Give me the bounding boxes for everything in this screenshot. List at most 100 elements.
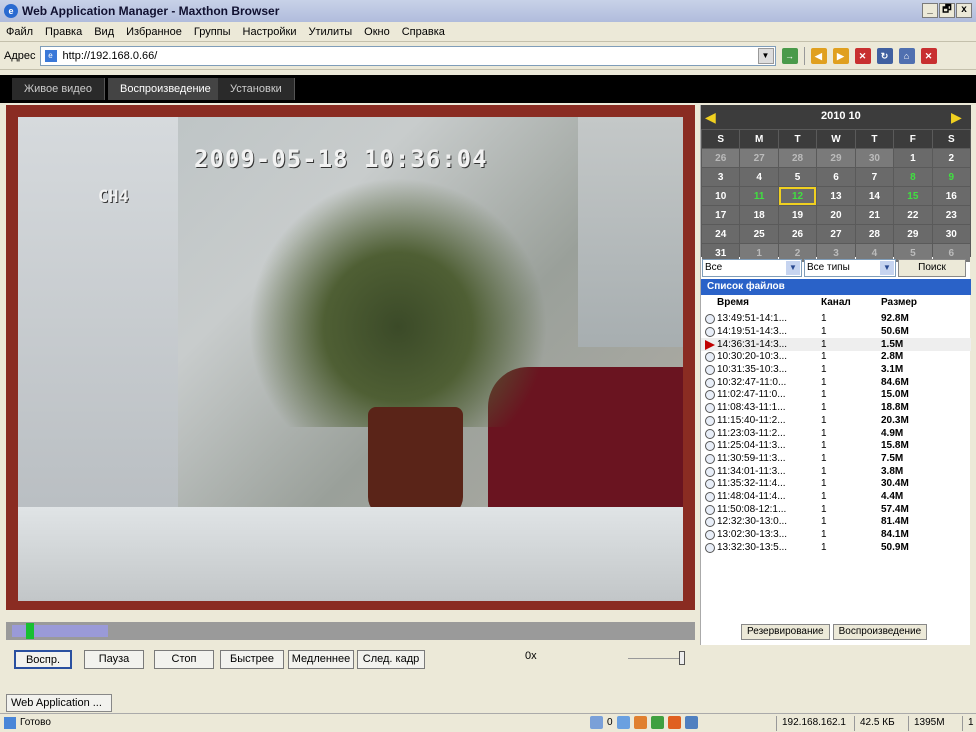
calendar-day[interactable]: 21: [855, 206, 894, 224]
calendar-day[interactable]: 6: [817, 168, 855, 186]
address-dropdown-icon[interactable]: ▼: [757, 48, 774, 64]
calendar-day[interactable]: 5: [778, 168, 817, 186]
back-icon[interactable]: ◀: [810, 48, 827, 64]
calendar-day[interactable]: 8: [894, 168, 932, 186]
calendar-day[interactable]: 30: [855, 149, 894, 167]
file-row[interactable]: 12:32:30-13:0... 1 81.4M: [701, 516, 971, 529]
backup-button[interactable]: Резервирование: [741, 624, 830, 640]
calendar-day[interactable]: 7: [855, 168, 894, 186]
prev-month-icon[interactable]: ◀: [705, 109, 716, 126]
calendar-day[interactable]: 27: [817, 225, 855, 243]
search-button[interactable]: Поиск: [898, 259, 966, 277]
file-row[interactable]: 11:25:04-11:3... 1 15.8M: [701, 440, 971, 453]
plugin-icon[interactable]: [667, 716, 681, 729]
calendar-day[interactable]: 12: [778, 187, 817, 205]
next-month-icon[interactable]: ▶: [951, 109, 962, 126]
menu-favorites[interactable]: Избранное: [126, 26, 182, 38]
calendar-day[interactable]: 27: [740, 149, 778, 167]
calendar-day[interactable]: 25: [740, 225, 778, 243]
file-row[interactable]: 11:35:32-11:4... 1 30.4M: [701, 478, 971, 491]
file-row[interactable]: 11:50:08-12:1... 1 57.4M: [701, 503, 971, 516]
next-frame-button[interactable]: След. кадр: [357, 650, 425, 669]
menu-settings[interactable]: Настройки: [243, 26, 297, 38]
menu-view[interactable]: Вид: [94, 26, 114, 38]
calendar-day[interactable]: 16: [932, 187, 970, 205]
calendar-day[interactable]: 24: [702, 225, 740, 243]
file-row[interactable]: 11:34:01-11:3... 1 3.8M: [701, 465, 971, 478]
slower-button[interactable]: Медленнее: [288, 650, 354, 669]
stop-button[interactable]: Стоп: [154, 650, 214, 669]
channel-select[interactable]: Все ▼: [702, 259, 802, 277]
type-select[interactable]: Все типы ▼: [804, 259, 896, 277]
calendar-day[interactable]: 17: [702, 206, 740, 224]
file-row[interactable]: 10:31:35-10:3... 1 3.1M: [701, 364, 971, 377]
header-size[interactable]: Размер: [881, 297, 951, 313]
close-button[interactable]: x: [956, 3, 972, 18]
menu-file[interactable]: Файл: [6, 26, 33, 38]
calendar-day[interactable]: 28: [855, 225, 894, 243]
calendar-day[interactable]: 4: [740, 168, 778, 186]
calendar-day[interactable]: 3: [702, 168, 740, 186]
file-row[interactable]: 13:02:30-13:3... 1 84.1M: [701, 529, 971, 542]
menu-edit[interactable]: Правка: [45, 26, 82, 38]
calendar-day[interactable]: 19: [778, 206, 817, 224]
file-row[interactable]: 10:32:47-11:0... 1 84.6M: [701, 376, 971, 389]
calendar-day[interactable]: 28: [778, 149, 817, 167]
calendar-day[interactable]: 30: [932, 225, 970, 243]
taskbar-item[interactable]: Web Application ...: [6, 694, 112, 712]
popup-blocker-icon[interactable]: [590, 716, 603, 729]
header-time[interactable]: Время: [717, 297, 821, 313]
rss-icon[interactable]: [633, 716, 647, 729]
calendar-day[interactable]: 2: [932, 149, 970, 167]
menu-window[interactable]: Окно: [364, 26, 390, 38]
play-button[interactable]: Воспр.: [14, 650, 72, 669]
menu-help[interactable]: Справка: [402, 26, 445, 38]
file-row[interactable]: 14:36:31-14:3... 1 1.5M: [701, 338, 971, 352]
calendar-day[interactable]: 18: [740, 206, 778, 224]
calendar-day[interactable]: 15: [894, 187, 932, 205]
playback-timeline[interactable]: [6, 622, 695, 640]
screen-icon[interactable]: [684, 716, 698, 729]
volume-track[interactable]: [628, 658, 680, 659]
calendar-day[interactable]: 9: [932, 168, 970, 186]
minimize-button[interactable]: _: [922, 3, 938, 18]
calendar-day[interactable]: 29: [894, 225, 932, 243]
file-row[interactable]: 11:48:04-11:4... 1 4.4M: [701, 491, 971, 504]
volume-slider-handle[interactable]: [679, 651, 685, 665]
download-icon[interactable]: [650, 716, 664, 729]
file-row[interactable]: 11:23:03-11:2... 1 4.9M: [701, 427, 971, 440]
calendar-day[interactable]: 23: [932, 206, 970, 224]
calendar-day[interactable]: 26: [702, 149, 740, 167]
calendar-day[interactable]: 10: [702, 187, 740, 205]
playback-button[interactable]: Воспроизведение: [832, 624, 928, 640]
calendar-day[interactable]: 20: [817, 206, 855, 224]
timeline-cursor[interactable]: [26, 623, 34, 639]
refresh-icon[interactable]: ↻: [876, 48, 893, 64]
file-row[interactable]: 11:15:40-11:2... 1 20.3M: [701, 415, 971, 428]
go-icon[interactable]: →: [781, 48, 798, 64]
close-tab-icon[interactable]: ✕: [920, 48, 937, 64]
maximize-button[interactable]: 🗗: [939, 3, 955, 18]
tab-live-video[interactable]: Живое видео: [12, 78, 105, 100]
file-row[interactable]: 11:02:47-11:0... 1 15.0M: [701, 389, 971, 402]
menu-tools[interactable]: Утилиты: [308, 26, 352, 38]
calendar-day[interactable]: 13: [817, 187, 855, 205]
calendar-day[interactable]: 26: [778, 225, 817, 243]
calendar-day[interactable]: 22: [894, 206, 932, 224]
video-view[interactable]: 2009-05-18 10:36:04 CH4: [18, 117, 683, 601]
calendar-day[interactable]: 11: [740, 187, 778, 205]
tab-settings[interactable]: Установки: [218, 78, 295, 100]
faster-button[interactable]: Быстрее: [220, 650, 284, 669]
calendar-day[interactable]: 29: [817, 149, 855, 167]
file-row[interactable]: 14:19:51-14:3... 1 50.6M: [701, 326, 971, 339]
tab-playback[interactable]: Воспроизведение: [108, 78, 224, 100]
stop-icon[interactable]: ✕: [854, 48, 871, 64]
file-row[interactable]: 13:49:51-14:1... 1 92.8M: [701, 313, 971, 326]
address-input[interactable]: e http://192.168.0.66/ ▼: [39, 46, 776, 66]
forward-icon[interactable]: ▶: [832, 48, 849, 64]
pause-button[interactable]: Пауза: [84, 650, 144, 669]
calendar-day[interactable]: 14: [855, 187, 894, 205]
menu-groups[interactable]: Группы: [194, 26, 231, 38]
file-row[interactable]: 10:30:20-10:3... 1 2.8M: [701, 351, 971, 364]
header-channel[interactable]: Канал: [821, 297, 881, 313]
